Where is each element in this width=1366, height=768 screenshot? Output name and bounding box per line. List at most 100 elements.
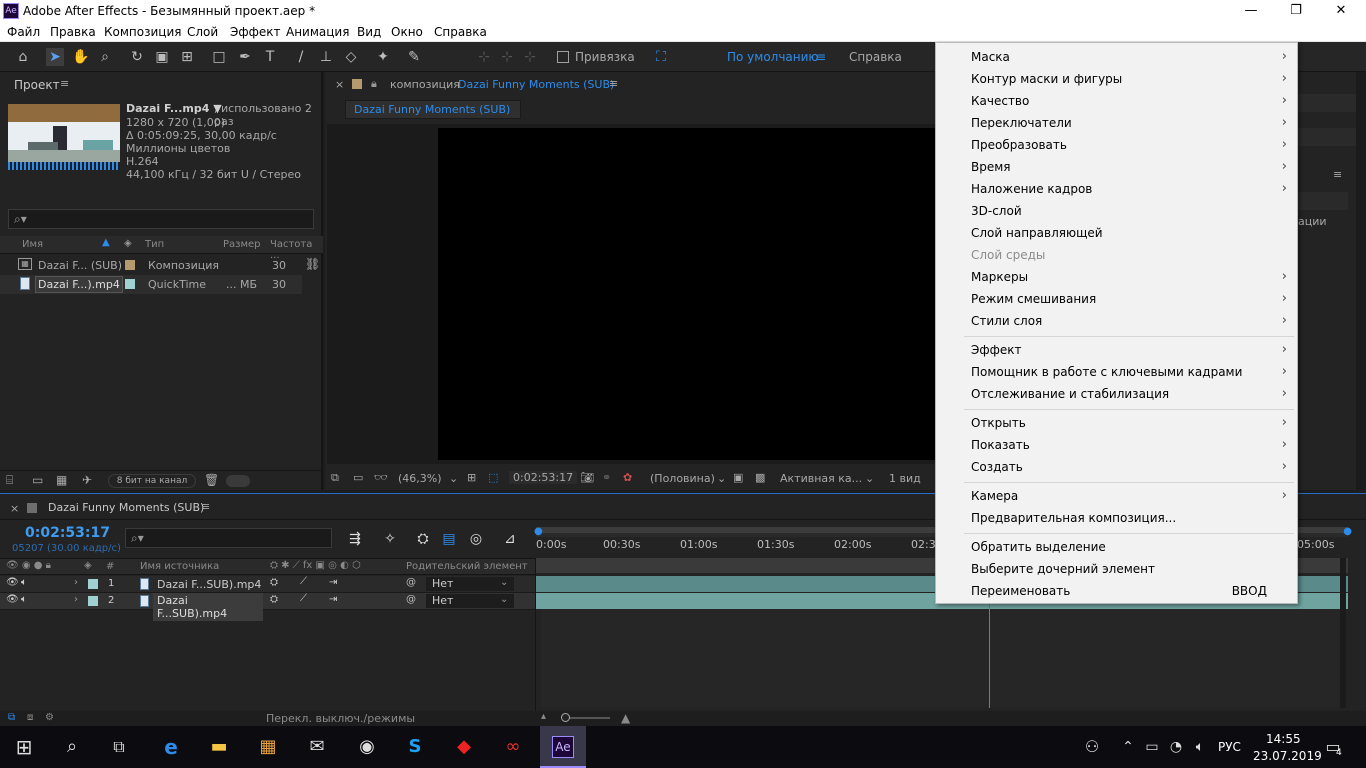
- grid-guides-icon[interactable]: ⊞: [467, 471, 476, 484]
- view-layout-dropdown[interactable]: 1 вид: [889, 472, 921, 485]
- close-window-button[interactable]: ✕: [1318, 0, 1364, 22]
- trash-icon[interactable]: 🗑: [204, 473, 219, 487]
- pan-behind-tool-icon[interactable]: ⊞: [178, 48, 196, 66]
- close-tab-icon[interactable]: ×: [335, 78, 344, 91]
- timeline-panel-menu-icon[interactable]: ≡: [201, 500, 210, 513]
- timeline-tab-name[interactable]: Dazai Funny Moments (SUB): [48, 501, 204, 514]
- timeline-empty-area[interactable]: [541, 609, 1341, 707]
- clock-date[interactable]: 23.07.2019: [1253, 749, 1322, 763]
- people-icon[interactable]: ⚇: [1077, 732, 1107, 762]
- chevron-down-icon[interactable]: ⌄: [865, 472, 874, 485]
- context-menu-item[interactable]: Помощник в работе с ключевыми кадрами ›: [936, 362, 1297, 384]
- zoom-out-icon[interactable]: ▴: [541, 711, 546, 722]
- channels-icon[interactable]: ✿: [623, 471, 632, 484]
- show-snapshot-icon[interactable]: ⚭: [602, 471, 611, 484]
- pen-tool-icon[interactable]: ✒: [236, 48, 254, 66]
- after-effects-taskbar-button[interactable]: Ae: [540, 726, 586, 768]
- context-menu-item[interactable]: Маска ›: [936, 47, 1297, 69]
- toggle-switches-modes[interactable]: Перекл. выключ./режимы: [266, 712, 415, 725]
- restore-button[interactable]: ❐: [1273, 0, 1319, 22]
- resolution-dropdown[interactable]: (Половина): [650, 472, 715, 485]
- context-menu-item[interactable]: Предварительная композиция...: [936, 508, 1297, 530]
- project-item-row[interactable]: ▦ Dazai F... (SUB) Композиция 30 ⛓: [0, 256, 323, 275]
- obs-icon[interactable]: ◉: [352, 732, 382, 762]
- search-icon[interactable]: ⌕: [57, 732, 87, 762]
- chevron-down-icon[interactable]: ⌄: [500, 594, 508, 605]
- type-tool-icon[interactable]: T: [261, 48, 279, 66]
- bit-depth-button[interactable]: 8 бит на канал: [108, 474, 196, 488]
- modes-icon[interactable]: ⧈: [27, 712, 33, 723]
- label-color-swatch[interactable]: [88, 579, 98, 589]
- flowchart-icon[interactable]: ⛓: [305, 257, 320, 271]
- scrollbar[interactable]: [1356, 72, 1366, 490]
- pick-whip-icon[interactable]: @: [406, 594, 416, 605]
- mail-icon[interactable]: ✉: [302, 732, 332, 762]
- context-menu-item[interactable]: Стили слоя ›: [936, 311, 1297, 333]
- eye-icon[interactable]: 👁︎: [6, 577, 19, 588]
- minimize-button[interactable]: —: [1228, 0, 1274, 22]
- expand-arrow-icon[interactable]: ›: [74, 594, 78, 605]
- project-settings-icon[interactable]: ✈: [82, 473, 92, 487]
- panel-menu-icon[interactable]: ≡: [60, 77, 69, 90]
- context-menu-item[interactable]: Камера ›: [936, 486, 1297, 508]
- label-color-swatch[interactable]: [125, 279, 135, 289]
- context-menu-item[interactable]: Открыть ›: [936, 413, 1297, 435]
- column-type[interactable]: Тип: [145, 239, 164, 250]
- brush-tool-icon[interactable]: /: [292, 48, 310, 66]
- roto-brush-tool-icon[interactable]: ✦: [374, 48, 392, 66]
- current-time-display[interactable]: 0:02:53:17: [509, 471, 578, 484]
- region-of-interest-icon[interactable]: ⬚: [488, 471, 498, 484]
- context-menu-item[interactable]: Переименовать ВВОД: [936, 581, 1297, 603]
- column-name[interactable]: Имя: [22, 239, 43, 250]
- menu-file[interactable]: Файл: [7, 25, 40, 39]
- chevron-down-icon[interactable]: ⌄: [717, 472, 726, 485]
- menu-effect[interactable]: Эффект: [230, 25, 281, 39]
- volume-icon[interactable]: 🔈︎: [1185, 732, 1215, 762]
- interpret-footage-icon[interactable]: ⌸: [6, 473, 13, 488]
- context-menu-item[interactable]: Режим смешивания ›: [936, 289, 1297, 311]
- lock-icon[interactable]: 🔒︎: [371, 77, 377, 91]
- clone-stamp-tool-icon[interactable]: ⊥: [317, 48, 335, 66]
- audio-icon[interactable]: 🔈︎: [21, 594, 27, 605]
- transparency-grid-icon[interactable]: ▩: [755, 471, 765, 484]
- layer-source-name[interactable]: Dazai F...SUB).mp4: [157, 578, 261, 591]
- current-time-display[interactable]: 0:02:53:17: [25, 525, 110, 541]
- project-item-row[interactable]: Dazai F...).mp4 QuickTime ... МБ 30: [0, 275, 302, 294]
- graph-editor-icon[interactable]: ⊿: [495, 524, 525, 554]
- clock-time[interactable]: 14:55: [1266, 732, 1301, 746]
- context-menu-item[interactable]: Наложение кадров ›: [936, 179, 1297, 201]
- draft-3d-icon[interactable]: ✧: [375, 524, 405, 554]
- snap-options-icon[interactable]: ⛶: [652, 48, 670, 66]
- menu-layer[interactable]: Слой: [187, 25, 218, 39]
- puppet-pin-tool-icon[interactable]: ✎: [405, 48, 423, 66]
- always-preview-icon[interactable]: ⧉: [331, 471, 339, 485]
- context-menu-item[interactable]: Преобразовать ›: [936, 135, 1297, 157]
- layer-row[interactable]: 👁︎ 🔈︎ › 2 Dazai F...SUB).mp4 ⛭ ⟋ ⇥ @ Нет…: [0, 593, 535, 621]
- rectangle-tool-icon[interactable]: □: [210, 48, 228, 66]
- frame-blending-icon[interactable]: ▤: [434, 524, 464, 554]
- menu-view[interactable]: Вид: [357, 25, 381, 39]
- menu-edit[interactable]: Правка: [50, 25, 96, 39]
- context-menu-item[interactable]: Выберите дочерний элемент: [936, 559, 1297, 581]
- skype-icon[interactable]: S: [400, 732, 430, 762]
- rotate-tool-icon[interactable]: ↻: [128, 48, 146, 66]
- input-language[interactable]: РУС: [1218, 740, 1241, 754]
- context-menu-item[interactable]: Слой направляющей: [936, 223, 1297, 245]
- comp-mini-flowchart-icon[interactable]: ⇶: [340, 524, 370, 554]
- thumbnail-toggle[interactable]: [226, 475, 250, 487]
- context-menu-item[interactable]: Показать ›: [936, 435, 1297, 457]
- monitor-icon[interactable]: ▭: [353, 471, 363, 484]
- context-menu-item[interactable]: Переключатели ›: [936, 113, 1297, 135]
- chevron-down-icon[interactable]: ⌄: [449, 472, 458, 485]
- axis-view-icon[interactable]: ⊹: [521, 48, 539, 66]
- project-search-input[interactable]: ⌕▾: [8, 209, 314, 229]
- menu-help[interactable]: Справка: [434, 25, 487, 39]
- home-icon[interactable]: ⌂: [14, 48, 32, 66]
- workspace-default[interactable]: По умолчанию: [727, 50, 819, 64]
- scrollbar[interactable]: [1340, 558, 1346, 708]
- layer-row[interactable]: 👁︎ 🔈︎ › 1 Dazai F...SUB).mp4 ⛭ ⟋ ⇥ @ Нет…: [0, 576, 535, 593]
- quality-switch-icon[interactable]: ⟋: [300, 576, 307, 587]
- snapshot-icon[interactable]: 📷︎: [580, 471, 594, 484]
- menu-composition[interactable]: Композиция: [104, 25, 181, 39]
- source-name-header[interactable]: Имя источника: [140, 561, 219, 572]
